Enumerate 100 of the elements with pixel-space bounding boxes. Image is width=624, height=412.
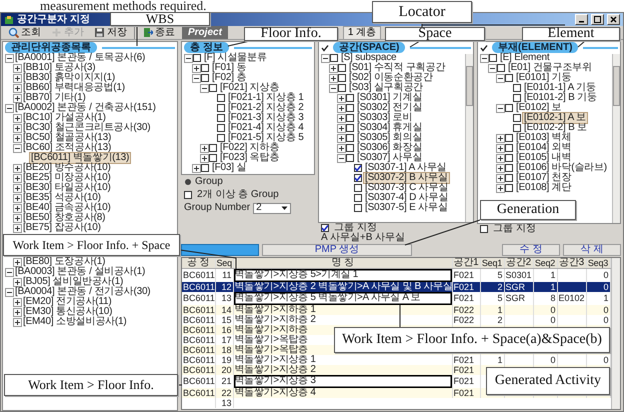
tree-item[interactable]: [BB30] 흙막이지지(1) bbox=[22, 73, 116, 83]
expand-icon[interactable] bbox=[337, 94, 346, 102]
checkbox[interactable] bbox=[217, 104, 225, 112]
checkbox[interactable] bbox=[354, 164, 362, 172]
checkbox[interactable] bbox=[193, 54, 201, 62]
tree-item[interactable]: [BE25] 미장공사(10) bbox=[22, 173, 112, 183]
checkbox[interactable] bbox=[480, 225, 488, 233]
checkbox[interactable] bbox=[217, 124, 225, 132]
expand-icon[interactable] bbox=[13, 194, 22, 202]
tree-item[interactable]: [S0306] 화장실 bbox=[356, 143, 424, 153]
checkbox[interactable] bbox=[480, 44, 488, 52]
expand-icon[interactable] bbox=[337, 124, 346, 132]
checkbox[interactable] bbox=[338, 84, 346, 92]
tree-item[interactable]: [BA0001] 본관동 / 토목공사(6) bbox=[14, 53, 146, 63]
expand-icon[interactable] bbox=[496, 144, 505, 152]
tree-item[interactable]: [F021-4] 지상층 4 bbox=[227, 123, 305, 133]
expand-icon[interactable] bbox=[496, 154, 505, 162]
tree-item[interactable]: [BE75] 잡공사(10) bbox=[22, 223, 102, 233]
collapse-icon[interactable] bbox=[5, 54, 14, 62]
column-header[interactable]: Seq3 bbox=[586, 258, 610, 268]
expand-icon[interactable] bbox=[13, 258, 22, 266]
expand-icon[interactable] bbox=[13, 84, 22, 92]
tree-item[interactable]: [S02] 이동순환공간 bbox=[348, 73, 434, 83]
tree-item[interactable]: [S0301] 기계실 bbox=[356, 93, 424, 103]
tree-item[interactable]: [S0307] 사무실 bbox=[356, 153, 424, 163]
tree-item[interactable]: [S0302] 전기실 bbox=[356, 103, 424, 113]
tree-item[interactable]: [E] Element bbox=[499, 53, 550, 63]
checkbox[interactable] bbox=[201, 64, 209, 72]
checkbox[interactable] bbox=[217, 94, 225, 102]
tree-item[interactable]: [S0304] 휴게실 bbox=[356, 123, 424, 133]
tree-item[interactable]: [BB60] 부력대응공법(1) bbox=[22, 83, 126, 93]
checkbox[interactable] bbox=[346, 114, 354, 122]
toolbar-button[interactable]: 조회 bbox=[5, 26, 44, 39]
tree-item[interactable]: [EM20] 전기공사(11) bbox=[22, 297, 112, 307]
checkbox[interactable] bbox=[354, 194, 362, 202]
tree-item[interactable]: [F01] 동 bbox=[211, 63, 248, 73]
expand-icon[interactable] bbox=[496, 184, 505, 192]
tree-item[interactable]: [F021-5] 지상층 5 bbox=[227, 133, 305, 143]
checkbox[interactable] bbox=[346, 144, 354, 152]
close-button[interactable] bbox=[607, 14, 620, 25]
expand-icon[interactable] bbox=[13, 64, 22, 72]
collapse-icon[interactable] bbox=[337, 154, 346, 162]
tree-item[interactable]: [S0303] 로비 bbox=[356, 113, 414, 123]
checkbox[interactable] bbox=[354, 184, 362, 192]
tree-item[interactable]: [E0107] 천장 bbox=[515, 173, 572, 183]
tree-item[interactable]: [S0307-5] E 사무실 bbox=[364, 203, 449, 213]
collapse-icon[interactable] bbox=[496, 104, 505, 112]
tree-item[interactable]: [F021-1] 지상층 1 bbox=[227, 93, 305, 103]
checkbox[interactable] bbox=[209, 154, 217, 162]
expand-icon[interactable] bbox=[13, 94, 22, 102]
tree-item[interactable]: [BJ05] 설비일반공사(1) bbox=[22, 277, 124, 287]
checkbox[interactable] bbox=[354, 204, 362, 212]
tree-item[interactable]: [S0307-4] D 사무실 bbox=[364, 193, 450, 203]
expand-icon[interactable] bbox=[200, 154, 209, 162]
button[interactable] bbox=[181, 244, 259, 256]
tab[interactable]: 1 계층 bbox=[342, 26, 382, 39]
checkbox[interactable] bbox=[505, 144, 513, 152]
expand-icon[interactable] bbox=[329, 64, 338, 72]
collapse-icon[interactable] bbox=[480, 54, 489, 62]
expand-icon[interactable] bbox=[13, 308, 22, 316]
tree-item[interactable]: [F03] 실 bbox=[211, 163, 248, 173]
tree-item[interactable]: [EM40] 소방설비공사(1) bbox=[22, 317, 128, 327]
button[interactable]: PMP 생성 bbox=[262, 244, 412, 256]
tree-item[interactable]: [E0101-2] B 기둥 bbox=[523, 93, 598, 103]
tree-item[interactable]: [F023] 옥탑층 bbox=[219, 153, 280, 163]
tree-item[interactable]: [E0105] 내벽 bbox=[515, 153, 572, 163]
expand-icon[interactable] bbox=[13, 74, 22, 82]
checkbox[interactable] bbox=[497, 64, 505, 72]
expand-icon[interactable] bbox=[13, 298, 22, 306]
group-number-select[interactable]: 2 bbox=[253, 202, 292, 214]
tree-item[interactable]: [E0102-1] A 보 bbox=[523, 113, 587, 123]
tree-item[interactable]: [BA0003] 본관동 / 설비공사(1) bbox=[14, 267, 146, 277]
button[interactable]: 삭 제 bbox=[563, 244, 621, 256]
expand-icon[interactable] bbox=[13, 114, 22, 122]
tree-item[interactable]: [EM30] 통신공사(10) bbox=[22, 307, 114, 317]
checkbox[interactable] bbox=[209, 144, 217, 152]
tree-item[interactable]: [S03] 실구획공간 bbox=[348, 83, 424, 93]
tree-item[interactable]: [BE80] 도장공사(1) bbox=[22, 257, 106, 267]
checkbox[interactable] bbox=[505, 104, 513, 112]
expand-icon[interactable] bbox=[329, 74, 338, 82]
expand-icon[interactable] bbox=[496, 164, 505, 172]
checkbox[interactable] bbox=[346, 94, 354, 102]
expand-icon[interactable] bbox=[200, 144, 209, 152]
checkbox[interactable] bbox=[505, 154, 513, 162]
tree-item[interactable]: [F021] 지상층 bbox=[219, 83, 280, 93]
checkbox[interactable] bbox=[209, 84, 217, 92]
collapse-icon[interactable] bbox=[200, 84, 209, 92]
expand-icon[interactable] bbox=[13, 174, 22, 182]
expand-icon[interactable] bbox=[13, 318, 22, 326]
tree-item[interactable]: [S01] 수직적 구획공간 bbox=[348, 63, 446, 73]
column-header[interactable]: Seq bbox=[215, 258, 233, 268]
expand-icon[interactable] bbox=[337, 114, 346, 122]
tree-item[interactable]: [E0108] 계단 bbox=[515, 183, 572, 193]
tree-item[interactable]: [E0106] 바닥(슬라브) bbox=[515, 163, 608, 173]
tree-item[interactable]: [E0104] 외벽 bbox=[515, 143, 572, 153]
expand-icon[interactable] bbox=[337, 104, 346, 112]
checkbox[interactable] bbox=[184, 191, 192, 199]
checkbox[interactable] bbox=[217, 114, 225, 122]
tree-item[interactable]: [S0307-2] B 사무실 bbox=[364, 173, 449, 183]
checkbox[interactable] bbox=[513, 124, 521, 132]
